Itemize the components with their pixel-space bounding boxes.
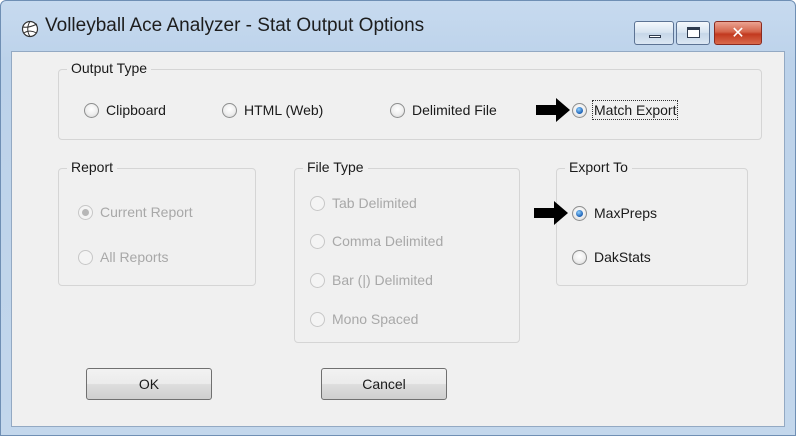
radio-maxpreps[interactable]: MaxPreps: [572, 205, 657, 221]
radio-match-export-label: Match Export: [591, 100, 679, 120]
close-icon: ✕: [731, 23, 745, 42]
report-title: Report: [67, 159, 118, 175]
radio-html-web-label: HTML (Web): [244, 102, 324, 118]
file-type-title: File Type: [303, 159, 368, 175]
black-right-arrow-icon: [534, 201, 568, 225]
radio-dakstats-label: DakStats: [594, 249, 651, 265]
ok-button[interactable]: OK: [86, 368, 212, 400]
maximize-icon: [687, 27, 700, 38]
cancel-button[interactable]: Cancel: [321, 368, 447, 400]
report-group: Report: [58, 159, 256, 286]
radio-dakstats[interactable]: DakStats: [572, 249, 651, 265]
radio-current-report-label: Current Report: [100, 204, 193, 220]
radio-all-reports-label: All Reports: [100, 249, 169, 265]
radio-current-report-circle[interactable]: [78, 204, 93, 220]
radio-mono-spaced-circle[interactable]: [310, 311, 325, 327]
radio-all-reports-circle[interactable]: [78, 249, 93, 265]
radio-tab-delimited[interactable]: Tab Delimited: [310, 195, 417, 211]
radio-html-web[interactable]: HTML (Web): [222, 102, 323, 118]
radio-maxpreps-label: MaxPreps: [594, 205, 658, 221]
radio-all-reports[interactable]: All Reports: [78, 249, 168, 265]
dialog-window: Volleyball Ace Analyzer - Stat Output Op…: [0, 0, 796, 436]
radio-delimited-file[interactable]: Delimited File: [390, 102, 497, 118]
radio-bar-delimited-circle[interactable]: [310, 272, 325, 288]
radio-delimited-file-label: Delimited File: [412, 102, 497, 118]
volleyball-app-icon: [21, 20, 39, 38]
radio-comma-delimited[interactable]: Comma Delimited: [310, 233, 443, 249]
radio-maxpreps-circle[interactable]: [572, 205, 587, 221]
radio-match-export-circle[interactable]: [572, 102, 587, 118]
radio-clipboard[interactable]: Clipboard: [84, 102, 166, 118]
radio-mono-spaced[interactable]: Mono Spaced: [310, 311, 418, 327]
dialog-client-area: Output Type Clipboard HTML (Web) Delimit…: [11, 51, 785, 427]
radio-delimited-file-circle[interactable]: [390, 102, 405, 118]
radio-clipboard-label: Clipboard: [106, 102, 166, 118]
close-button[interactable]: ✕: [714, 21, 762, 45]
radio-bar-delimited-label: Bar (|) Delimited: [332, 272, 433, 288]
export-to-title: Export To: [565, 159, 632, 175]
radio-html-web-circle[interactable]: [222, 102, 237, 118]
radio-tab-delimited-label: Tab Delimited: [332, 195, 417, 211]
radio-comma-delimited-circle[interactable]: [310, 233, 325, 249]
radio-dakstats-circle[interactable]: [572, 249, 587, 265]
output-type-title: Output Type: [67, 60, 152, 76]
radio-tab-delimited-circle[interactable]: [310, 195, 325, 211]
window-title: Volleyball Ace Analyzer - Stat Output Op…: [45, 15, 425, 36]
radio-bar-delimited[interactable]: Bar (|) Delimited: [310, 272, 433, 288]
radio-current-report[interactable]: Current Report: [78, 204, 193, 220]
minimize-icon: [649, 35, 661, 38]
maximize-button[interactable]: [676, 21, 710, 45]
radio-comma-delimited-label: Comma Delimited: [332, 233, 444, 249]
radio-mono-spaced-label: Mono Spaced: [332, 311, 419, 327]
export-to-group: Export To: [556, 159, 748, 286]
radio-match-export[interactable]: Match Export: [572, 100, 679, 120]
black-right-arrow-icon: [536, 98, 570, 122]
minimize-button[interactable]: [634, 21, 674, 45]
radio-clipboard-circle[interactable]: [84, 102, 99, 118]
title-bar[interactable]: Volleyball Ace Analyzer - Stat Output Op…: [1, 1, 795, 51]
